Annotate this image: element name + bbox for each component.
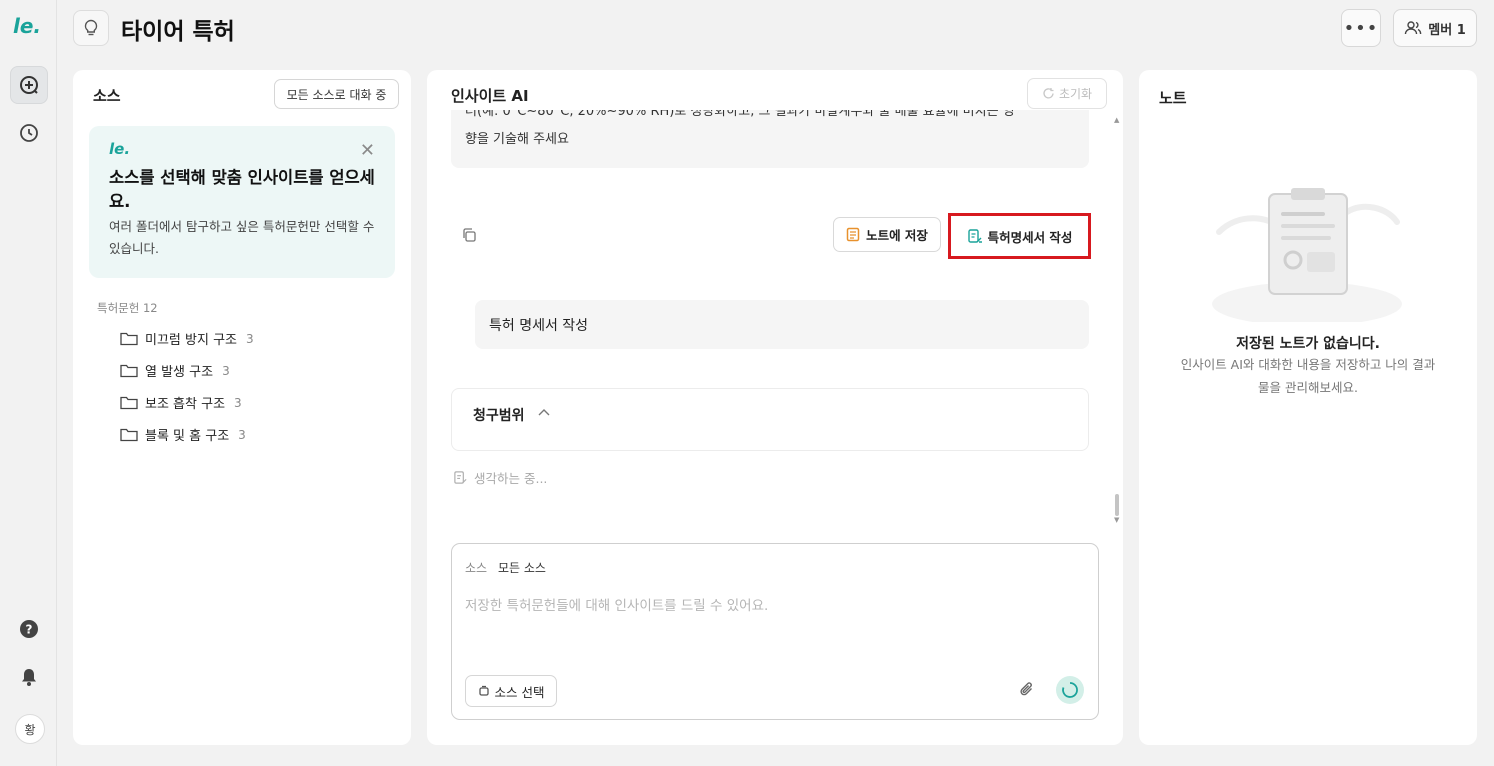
chat-input[interactable]: 저장한 특허문헌들에 대해 인사이트를 드릴 수 있어요. xyxy=(465,594,768,614)
close-icon[interactable]: ✕ xyxy=(360,140,375,161)
notifications-button[interactable] xyxy=(10,658,48,696)
page-title: 타이어 특허 xyxy=(121,19,235,45)
left-rail: le. ? 황 xyxy=(0,0,57,766)
doc-edit-icon xyxy=(967,229,982,243)
user-message: 특허 명세서 작성 xyxy=(475,300,1089,349)
users-icon xyxy=(1405,21,1422,35)
composer-source-value: 모든 소스 xyxy=(498,561,546,575)
chat-scrollbar[interactable]: ▲ ▼ xyxy=(1113,116,1121,526)
folder-item[interactable]: 보조 흡착 구조 3 xyxy=(120,393,242,412)
sources-heading: 소스 xyxy=(93,87,121,105)
chat-all-sources-button[interactable]: 모든 소스로 대화 중 xyxy=(274,79,399,109)
sources-panel: 소스 모든 소스로 대화 중 le. ✕ 소스를 선택해 맞춤 인사이트를 얻으… xyxy=(73,70,411,745)
folder-count: 3 xyxy=(246,331,254,346)
insight-heading: 인사이트 AI xyxy=(451,87,529,105)
folder-name: 열 발생 구조 xyxy=(145,365,214,380)
app-logo[interactable]: le. xyxy=(13,14,45,38)
notes-heading: 노트 xyxy=(1159,89,1187,107)
tip-logo: le. xyxy=(109,140,131,158)
doc-edit-icon xyxy=(454,471,467,484)
write-patent-spec-highlight: 특허명세서 작성 xyxy=(948,213,1091,259)
svg-text:?: ? xyxy=(26,623,33,637)
more-icon: ••• xyxy=(1343,17,1379,39)
project-icon-button[interactable] xyxy=(73,10,109,46)
more-options-button[interactable]: ••• xyxy=(1341,9,1381,47)
avatar[interactable]: 황 xyxy=(15,714,45,744)
folder-name: 미끄럼 방지 구조 xyxy=(145,333,237,348)
folder-count: 3 xyxy=(238,427,246,442)
chat-composer[interactable]: 소스 모든 소스 저장한 특허문헌들에 대해 인사이트를 드릴 수 있어요. 소… xyxy=(451,543,1099,720)
history-button[interactable] xyxy=(10,114,48,152)
history-icon xyxy=(20,124,38,142)
folder-item[interactable]: 미끄럼 방지 구조 3 xyxy=(120,329,254,348)
composer-source-label: 소스 xyxy=(465,561,488,575)
help-icon: ? xyxy=(20,620,38,638)
empty-notes-description: 인사이트 AI와 대화한 내용을 저장하고 나의 결과물을 관리해보세요. xyxy=(1180,357,1436,395)
prompt-line: 향을 기술해 주세요 xyxy=(465,132,569,147)
insight-panel: 인사이트 AI 초기화 터(예: 0°C~80°C, 20%~90% RH)로 … xyxy=(427,70,1123,745)
add-insight-icon xyxy=(20,76,38,94)
reset-button[interactable]: 초기화 xyxy=(1027,78,1107,109)
lightbulb-icon xyxy=(84,19,98,36)
copy-icon[interactable] xyxy=(461,227,477,247)
folder-icon xyxy=(120,332,138,346)
folder-item[interactable]: 블록 및 홈 구조 3 xyxy=(120,425,246,444)
reset-label: 초기화 xyxy=(1058,87,1093,101)
tip-title: 소스를 선택해 맞춤 인사이트를 얻으세요. xyxy=(109,168,375,211)
folder-name: 보조 흡착 구조 xyxy=(145,397,226,412)
select-source-label: 소스 선택 xyxy=(494,684,545,700)
tip-card: le. ✕ 소스를 선택해 맞춤 인사이트를 얻으세요. 여러 폴더에서 탐구하… xyxy=(89,126,395,278)
member-label: 멤버 1 xyxy=(1428,22,1466,38)
folder-item[interactable]: 열 발생 구조 3 xyxy=(120,361,230,380)
empty-clipboard-icon xyxy=(1212,188,1402,322)
save-to-note-label: 노트에 저장 xyxy=(866,228,928,243)
tip-description: 여러 폴더에서 탐구하고 싶은 특허문헌만 선택할 수 있습니다. xyxy=(109,219,375,256)
folder-name: 블록 및 홈 구조 xyxy=(145,429,230,444)
folder-count: 3 xyxy=(234,395,242,410)
chevron-up-icon[interactable] xyxy=(538,405,550,419)
save-to-note-button[interactable]: 노트에 저장 xyxy=(833,217,941,252)
thinking-label: 생각하는 중... xyxy=(474,471,548,486)
folder-icon xyxy=(120,364,138,378)
new-insight-button[interactable] xyxy=(10,66,48,104)
previous-prompt: 터(예: 0°C~80°C, 20%~90% RH)로 정량화하고, 그 결과가… xyxy=(451,110,1089,168)
note-icon xyxy=(846,227,860,242)
patent-docs-label: 특허문헌 12 xyxy=(97,301,158,315)
notes-panel: 노트 저장된 노트가 없습니다. 인사이트 AI와 대화한 내용을 저장하고 나… xyxy=(1139,70,1477,745)
member-button[interactable]: 멤버 1 xyxy=(1393,9,1477,47)
send-button[interactable] xyxy=(1056,676,1084,704)
bell-icon xyxy=(22,669,36,686)
folder-stack-icon xyxy=(478,685,489,696)
loading-spinner-icon xyxy=(1062,682,1078,698)
folder-icon xyxy=(120,396,138,410)
write-patent-spec-button[interactable]: 특허명세서 작성 xyxy=(954,219,1085,253)
empty-notes-title: 저장된 노트가 없습니다. xyxy=(1236,336,1380,352)
select-source-button[interactable]: 소스 선택 xyxy=(465,675,557,707)
write-patent-spec-label: 특허명세서 작성 xyxy=(987,229,1073,245)
claims-label: 청구범위 xyxy=(473,408,525,424)
prompt-line: 터(예: 0°C~80°C, 20%~90% RH)로 정량화하고, 그 결과가… xyxy=(465,110,1015,119)
refresh-icon xyxy=(1043,88,1054,99)
claims-section[interactable]: 청구범위 xyxy=(451,388,1089,451)
help-button[interactable]: ? xyxy=(10,610,48,648)
folder-count: 3 xyxy=(222,363,230,378)
folder-icon xyxy=(120,428,138,442)
paperclip-icon[interactable] xyxy=(1018,680,1036,702)
thinking-indicator: 생각하는 중... xyxy=(453,468,547,487)
